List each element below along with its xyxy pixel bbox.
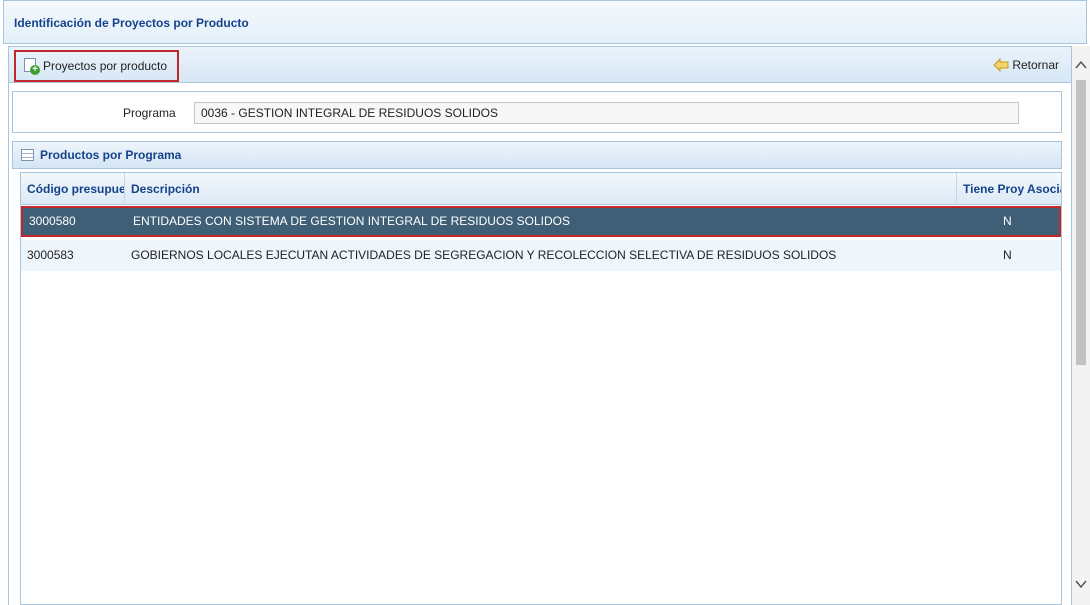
projects-by-product-label: Proyectos por producto	[43, 59, 168, 73]
row-has-projects: N	[1003, 248, 1012, 262]
return-button[interactable]: Retornar	[993, 57, 1059, 73]
scroll-down-icon[interactable]	[1075, 579, 1087, 589]
grid-title: Productos por Programa	[40, 148, 182, 162]
products-table: Código presupuestal Descripción Tiene Pr…	[20, 172, 1062, 605]
row-description: GOBIERNOS LOCALES EJECUTAN ACTIVIDADES D…	[131, 248, 837, 262]
column-header-has-projects[interactable]: Tiene Proy Asociado	[957, 173, 1061, 205]
title-bar: Identificación de Proyectos por Producto	[3, 0, 1087, 44]
row-code: 3000580	[29, 214, 76, 228]
scroll-thumb[interactable]	[1076, 80, 1086, 365]
grid-table-icon	[21, 149, 34, 161]
add-document-icon: +	[23, 58, 40, 75]
window-title: Identificación de Proyectos por Producto	[14, 16, 249, 30]
row-code: 3000583	[27, 248, 74, 262]
programa-label: Programa	[123, 106, 176, 120]
toolbar: + Proyectos por producto Retornar	[8, 46, 1072, 83]
main-window: Identificación de Proyectos por Producto…	[0, 0, 1090, 605]
grid-header: Productos por Programa	[12, 141, 1062, 169]
return-arrow-icon	[993, 57, 1009, 73]
row-has-projects: N	[1003, 214, 1012, 228]
table-row[interactable]: 3000583 GOBIERNOS LOCALES EJECUTAN ACTIV…	[21, 240, 1061, 271]
projects-by-product-button[interactable]: + Proyectos por producto	[14, 50, 179, 82]
return-label: Retornar	[1012, 58, 1059, 72]
column-header-description[interactable]: Descripción	[125, 173, 957, 205]
programa-field[interactable]: 0036 - GESTION INTEGRAL DE RESIDUOS SOLI…	[194, 102, 1019, 124]
vertical-scrollbar[interactable]	[1072, 46, 1090, 605]
column-header-code[interactable]: Código presupuestal	[21, 173, 125, 205]
row-description: ENTIDADES CON SISTEMA DE GESTION INTEGRA…	[133, 214, 570, 228]
scroll-up-icon[interactable]	[1075, 60, 1087, 70]
table-row[interactable]: 3000580 ENTIDADES CON SISTEMA DE GESTION…	[21, 206, 1061, 237]
programa-panel: Programa 0036 - GESTION INTEGRAL DE RESI…	[12, 91, 1062, 133]
